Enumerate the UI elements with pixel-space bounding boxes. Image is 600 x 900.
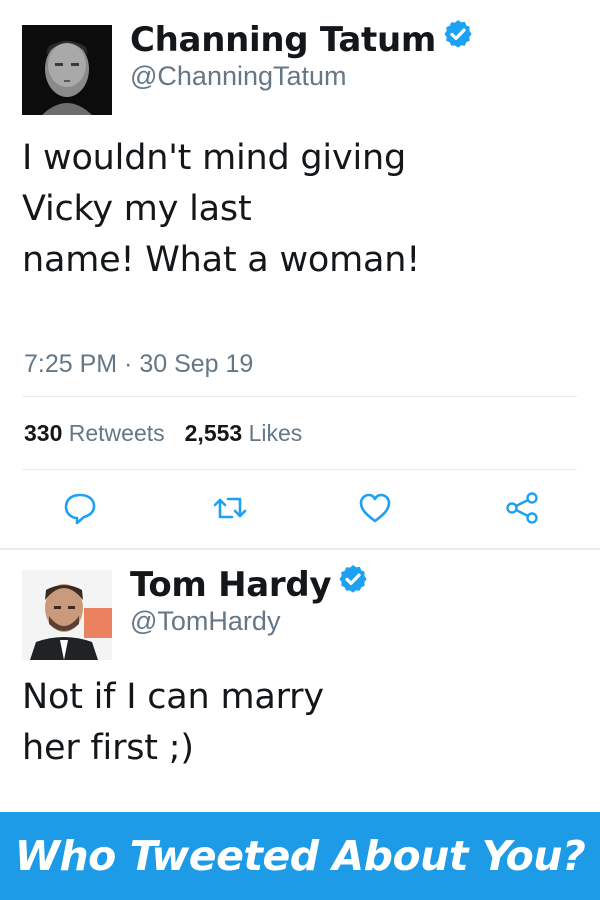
like-button[interactable]	[357, 490, 393, 526]
tweet-author-name[interactable]: Channing Tatum	[130, 20, 474, 62]
likes-count: 2,553	[184, 420, 243, 446]
tweet-author-handle[interactable]: @ChanningTatum	[130, 61, 347, 92]
divider	[22, 396, 577, 397]
avatar-channing-tatum[interactable]	[22, 25, 112, 115]
retweets-label: Retweets	[68, 420, 165, 446]
likes-stat[interactable]: 2,553 Likes	[185, 420, 303, 446]
reply-icon	[64, 493, 96, 525]
retweets-stat[interactable]: 330 Retweets	[24, 420, 165, 446]
avatar-portrait-image	[22, 25, 112, 115]
avatar-portrait-image	[22, 570, 112, 660]
heart-icon	[359, 493, 391, 523]
avatar-tom-hardy[interactable]	[22, 570, 112, 660]
tweet-author-name[interactable]: Tom Hardy	[130, 565, 369, 607]
author-name-text: Tom Hardy	[130, 565, 332, 605]
divider	[22, 469, 577, 470]
share-button[interactable]	[504, 490, 540, 526]
author-name-text: Channing Tatum	[130, 20, 436, 60]
reply-button[interactable]	[62, 490, 98, 526]
likes-label: Likes	[248, 420, 303, 446]
tweet-body-text: Not if I can marry her first ;)	[22, 677, 324, 768]
tweet-body-text: I wouldn't mind giving Vicky my last nam…	[22, 138, 421, 280]
verified-badge-icon	[337, 563, 369, 604]
tweet-separator	[0, 548, 600, 550]
share-icon	[506, 492, 538, 524]
promo-banner[interactable]: Who Tweeted About You?	[0, 812, 600, 900]
tweet-card-channing: Channing Tatum @ChanningTatum I wouldn't…	[0, 0, 600, 548]
tweet-stats: 330 Retweets 2,553 Likes	[24, 420, 302, 447]
retweets-count: 330	[24, 420, 63, 446]
tweet-author-handle[interactable]: @TomHardy	[130, 606, 280, 637]
verified-badge-icon	[442, 18, 474, 59]
retweet-button[interactable]	[212, 490, 248, 526]
tweet-timestamp[interactable]: 7:25 PM · 30 Sep 19	[24, 350, 253, 379]
retweet-icon	[213, 497, 247, 519]
banner-headline: Who Tweeted About You?	[14, 832, 586, 880]
